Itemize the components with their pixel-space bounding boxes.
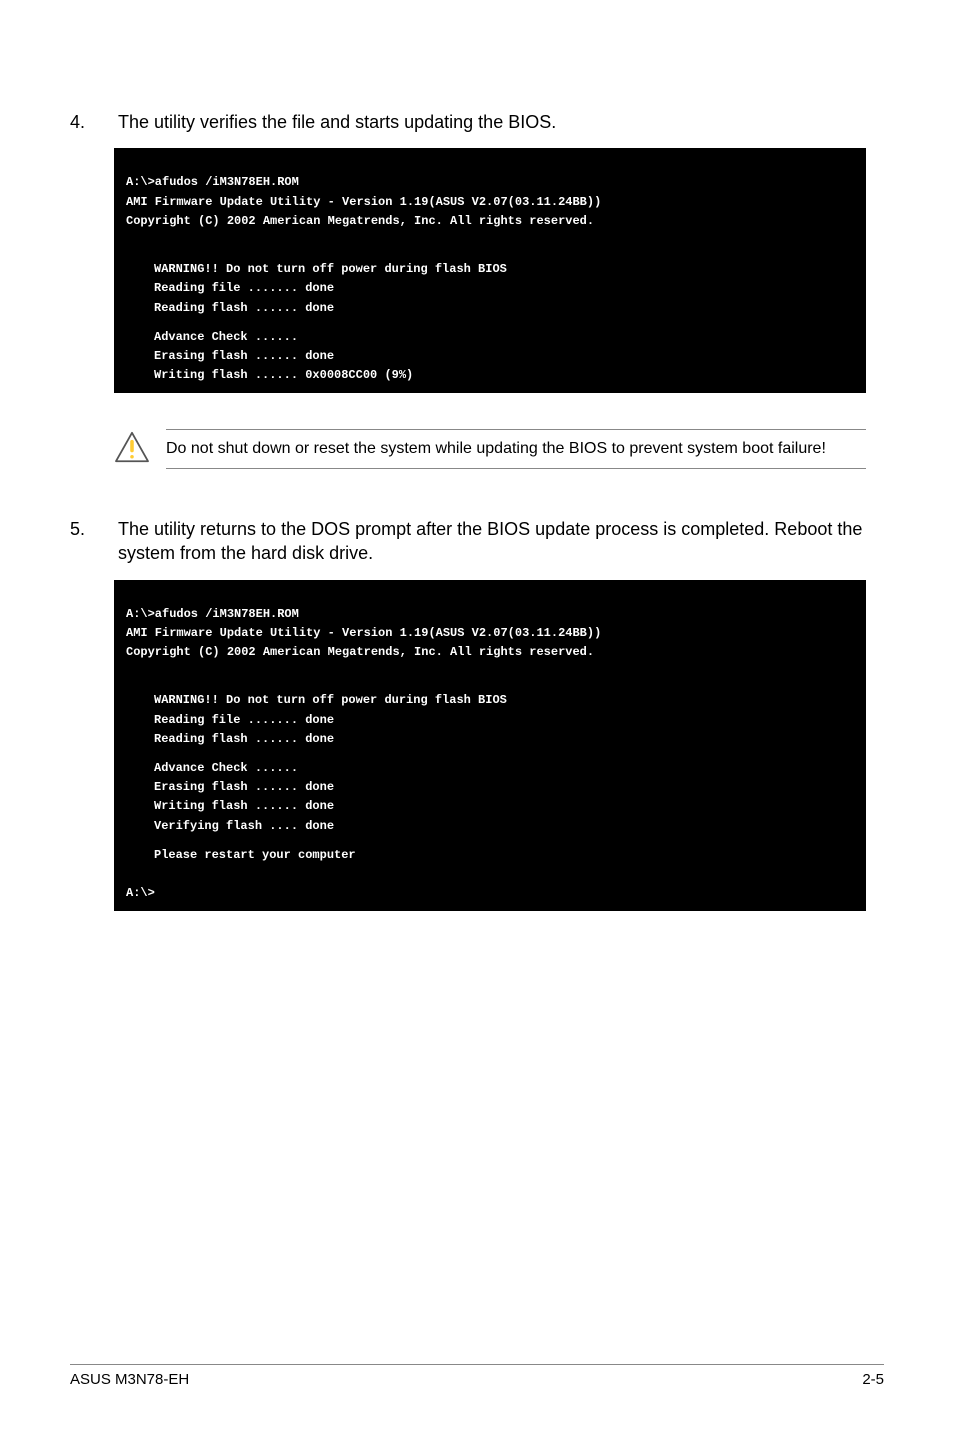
- terminal-line: AMI Firmware Update Utility - Version 1.…: [126, 195, 601, 209]
- terminal-line: Writing flash ...... 0x0008CC00 (9%): [126, 366, 854, 385]
- terminal-line: Please restart your computer: [126, 846, 854, 865]
- terminal-line: Writing flash ...... done: [126, 797, 854, 816]
- step-text: The utility verifies the file and starts…: [118, 110, 884, 134]
- terminal-line: A:\>: [126, 886, 155, 900]
- terminal-line: Advance Check ......: [126, 328, 854, 347]
- terminal-line: Reading flash ...... done: [126, 730, 854, 749]
- step-4: 4. The utility verifies the file and sta…: [70, 110, 884, 134]
- terminal-line: Verifying flash .... done: [126, 817, 854, 836]
- terminal-line: Erasing flash ...... done: [126, 778, 854, 797]
- terminal-line: WARNING!! Do not turn off power during f…: [126, 260, 854, 279]
- caution-icon: [114, 429, 156, 468]
- step-number: 4.: [70, 110, 118, 134]
- terminal-line: Copyright (C) 2002 American Megatrends, …: [126, 214, 594, 228]
- page-footer: ASUS M3N78-EH 2-5: [70, 1364, 884, 1388]
- terminal-output-1: A:\>afudos /iM3N78EH.ROM AMI Firmware Up…: [114, 148, 866, 393]
- terminal-line: Advance Check ......: [126, 759, 854, 778]
- caution-text: Do not shut down or reset the system whi…: [166, 429, 866, 469]
- step-number: 5.: [70, 517, 118, 566]
- footer-right: 2-5: [862, 1371, 884, 1388]
- terminal-line: Reading flash ...... done: [126, 299, 854, 318]
- step-text: The utility returns to the DOS prompt af…: [118, 517, 884, 566]
- terminal-line: A:\>afudos /iM3N78EH.ROM: [126, 607, 299, 621]
- terminal-line: Copyright (C) 2002 American Megatrends, …: [126, 645, 594, 659]
- caution-note: Do not shut down or reset the system whi…: [114, 421, 866, 477]
- step-5: 5. The utility returns to the DOS prompt…: [70, 517, 884, 566]
- footer-left: ASUS M3N78-EH: [70, 1371, 189, 1388]
- terminal-line: WARNING!! Do not turn off power during f…: [126, 691, 854, 710]
- terminal-line: A:\>afudos /iM3N78EH.ROM: [126, 175, 299, 189]
- terminal-line: AMI Firmware Update Utility - Version 1.…: [126, 626, 601, 640]
- terminal-output-2: A:\>afudos /iM3N78EH.ROM AMI Firmware Up…: [114, 580, 866, 912]
- terminal-line: Erasing flash ...... done: [126, 347, 854, 366]
- terminal-line: Reading file ....... done: [126, 279, 854, 298]
- terminal-line: Reading file ....... done: [126, 711, 854, 730]
